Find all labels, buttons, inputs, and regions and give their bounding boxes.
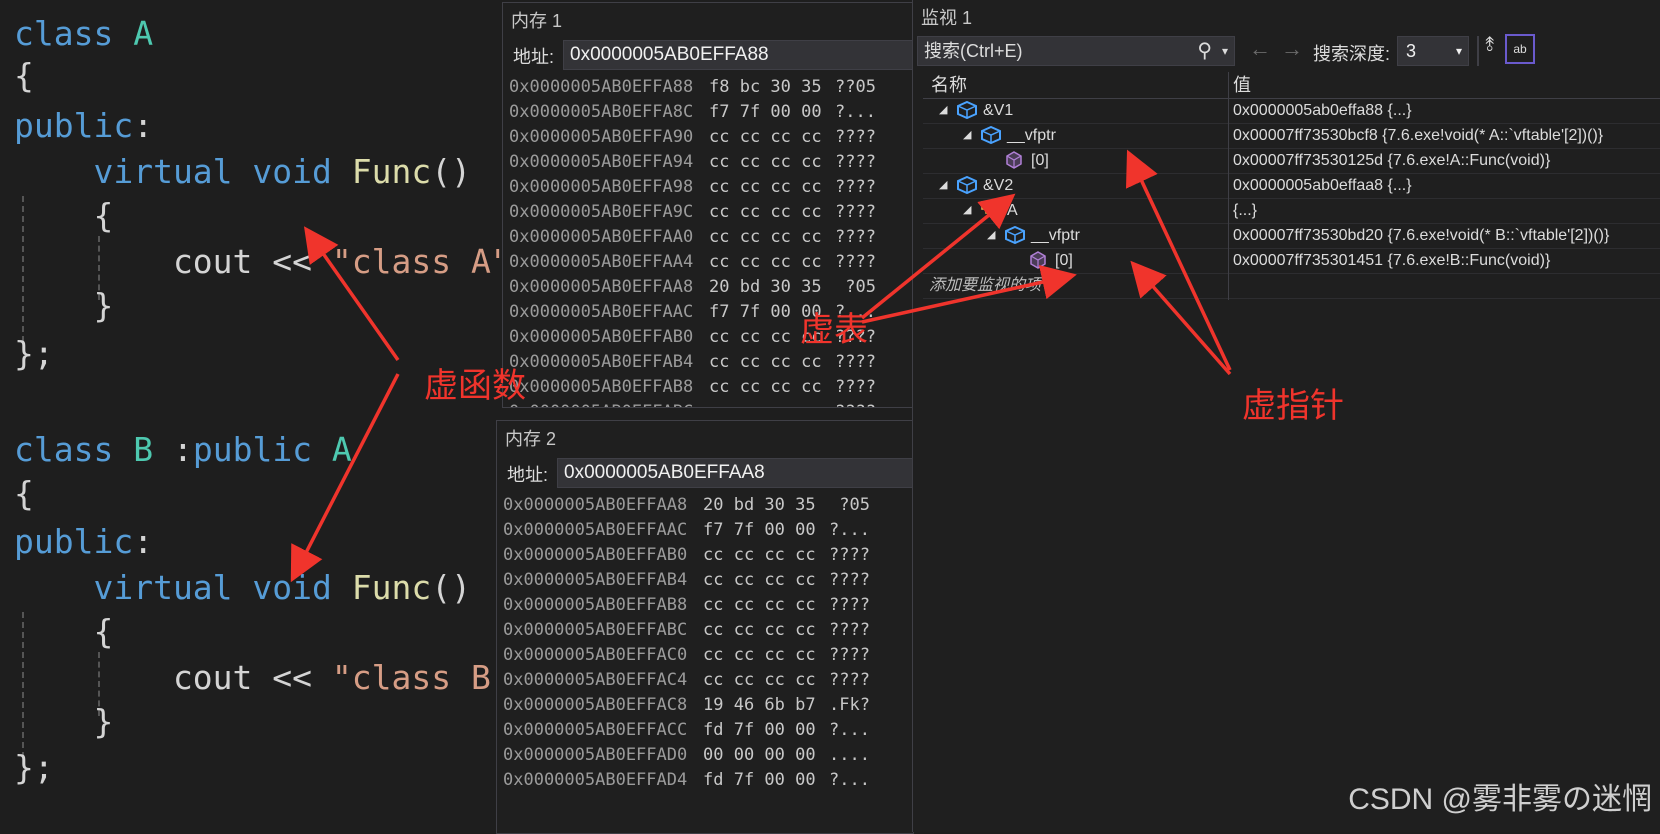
annotation-arrows bbox=[290, 149, 1232, 583]
arrow-to-func-a bbox=[303, 226, 400, 362]
arrow-to-vfptr-v1 bbox=[1125, 149, 1232, 371]
arrow-to-vtable-v1 bbox=[860, 193, 1016, 320]
annotation-virtual-function: 虚函数 bbox=[424, 367, 526, 405]
arrow-to-vtable-v2 bbox=[861, 264, 1077, 324]
annotation-virtual-table: 虚表 bbox=[800, 311, 868, 349]
arrow-to-func-b bbox=[290, 373, 400, 583]
arrow-to-vfptr-v2 bbox=[1130, 260, 1232, 376]
annotation-virtual-pointer: 虚指针 bbox=[1242, 387, 1344, 425]
watermark: CSDN @雾非雾の迷惘 bbox=[1348, 783, 1652, 816]
